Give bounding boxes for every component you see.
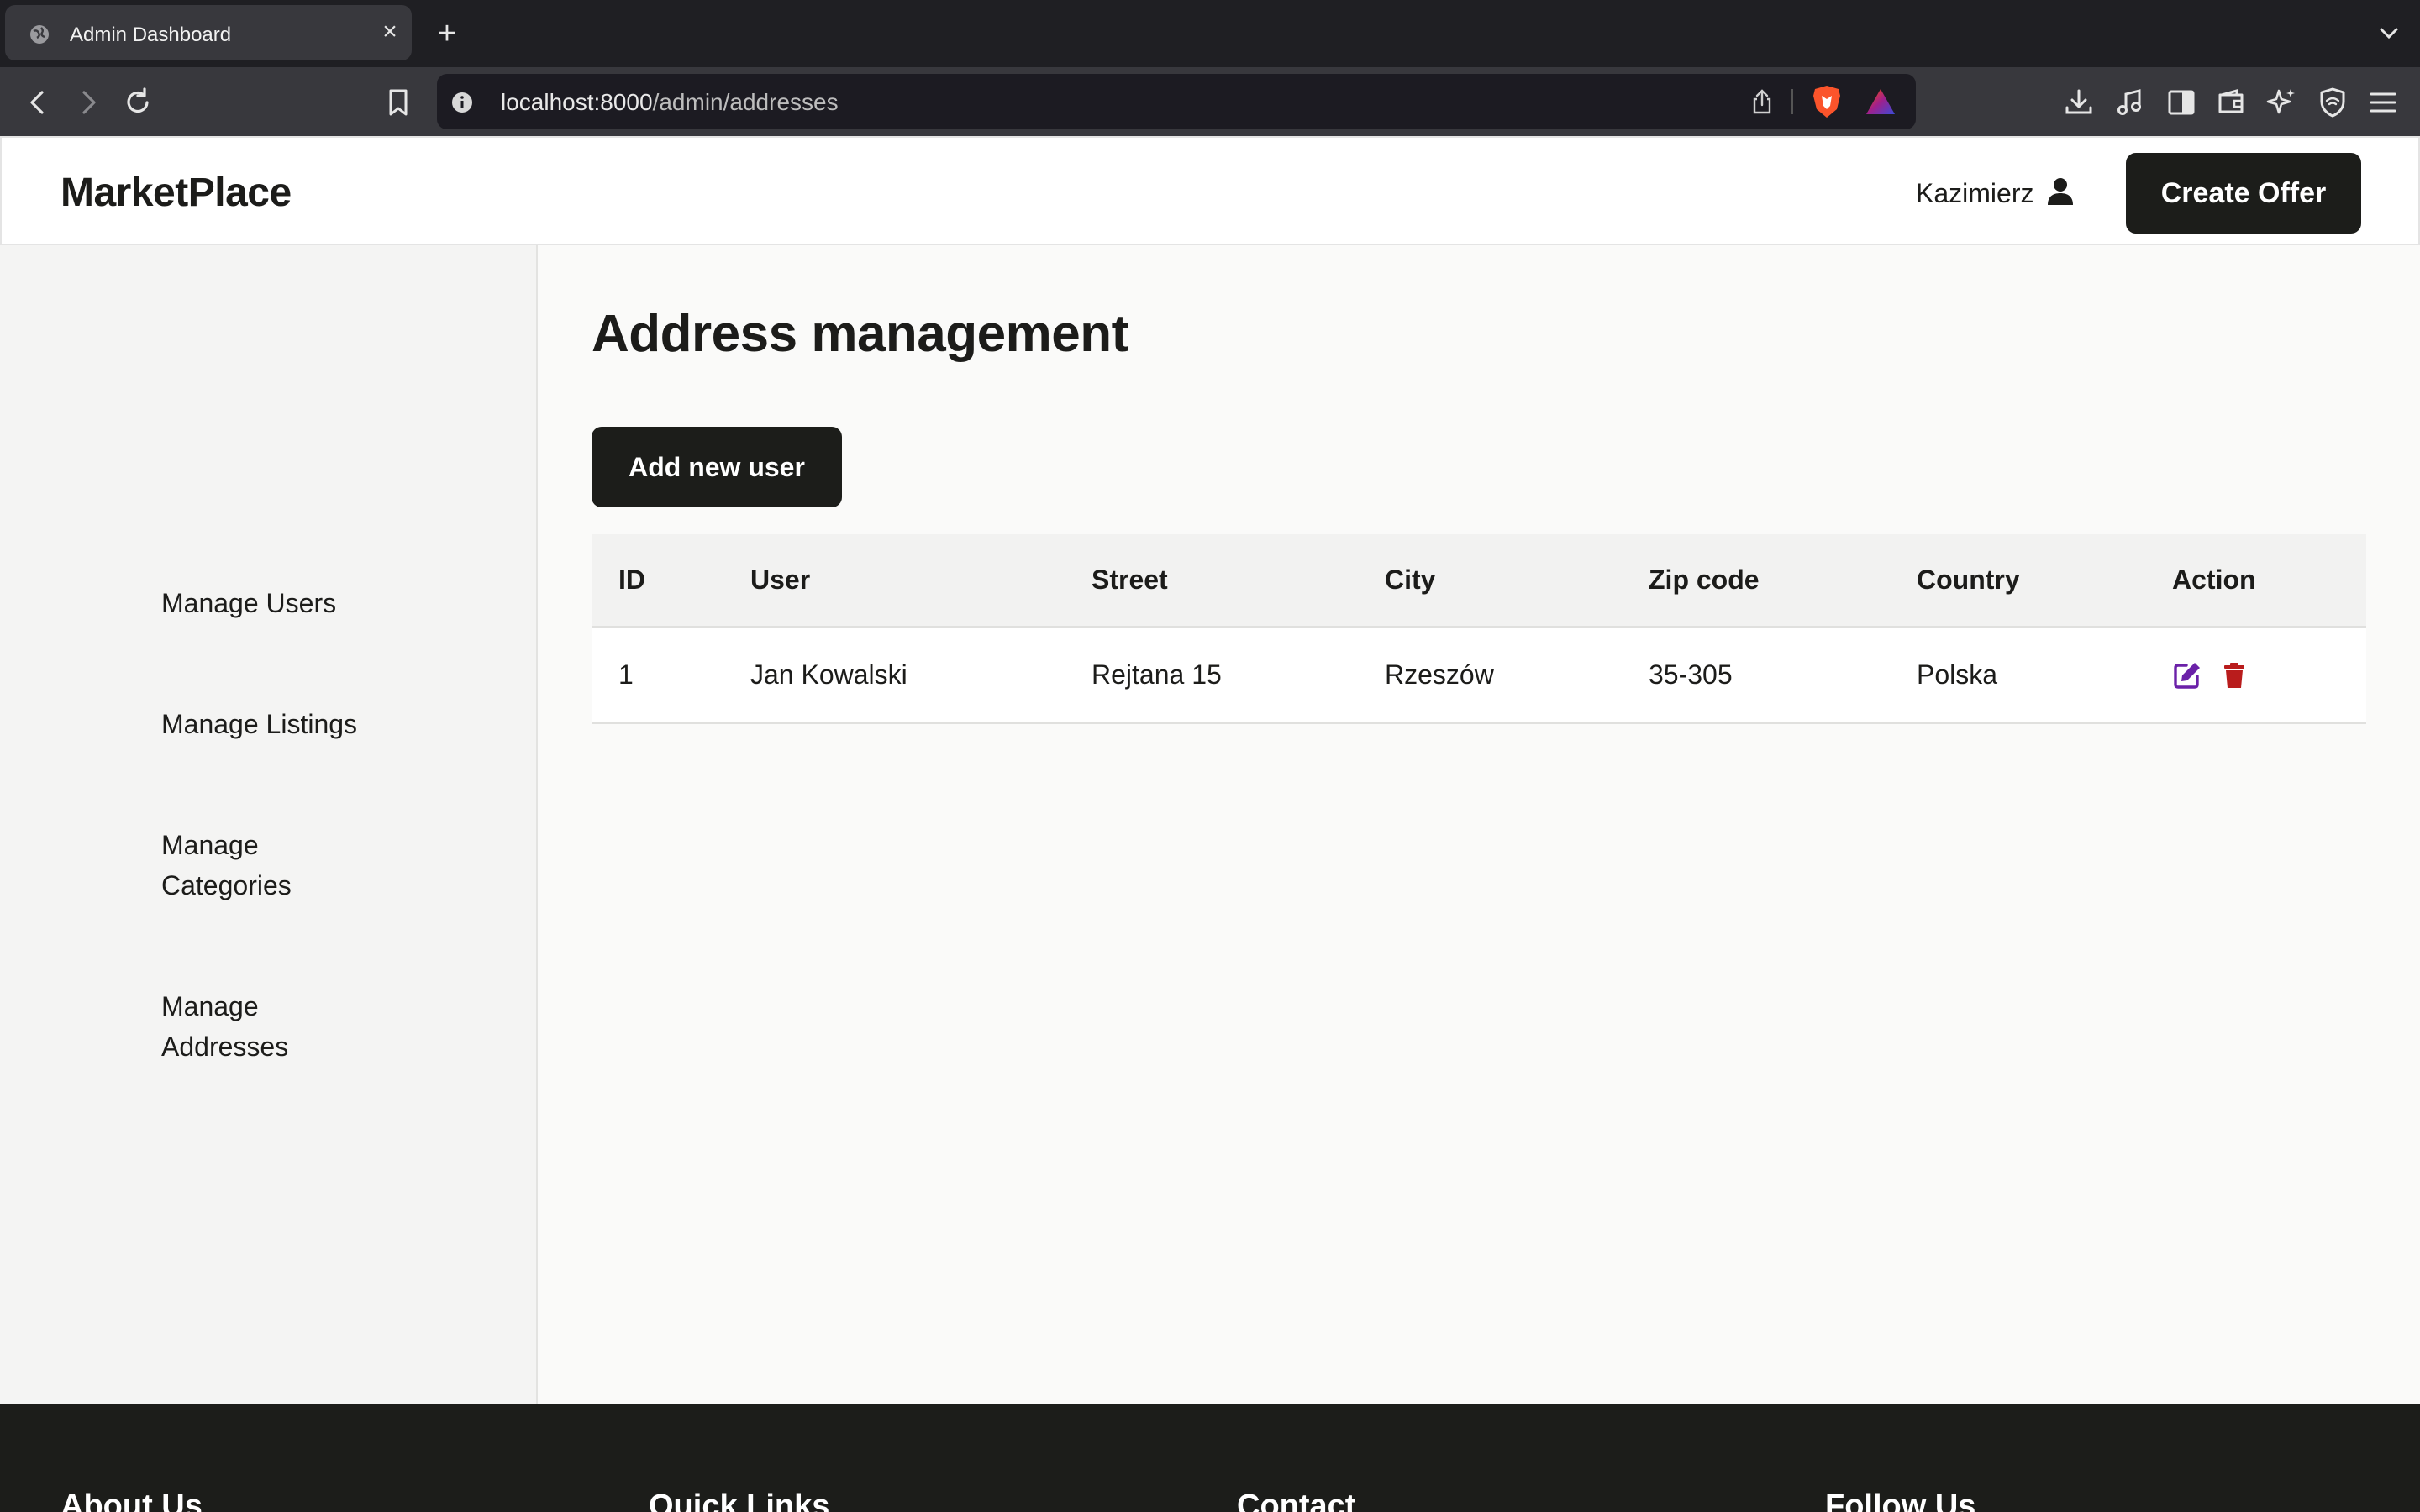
sidebar-item-users[interactable]: Manage Users xyxy=(161,583,430,623)
brave-shields-icon[interactable] xyxy=(1810,84,1844,119)
add-new-user-button[interactable]: Add new user xyxy=(592,427,842,507)
sidebar-item-categories[interactable]: Manage Categories xyxy=(161,825,321,906)
delete-icon[interactable] xyxy=(2219,660,2249,690)
main-content: Address management Add new user ID User … xyxy=(538,245,2420,1404)
footer-heading-quick-links: Quick Links xyxy=(649,1488,830,1512)
cell-user: Jan Kowalski xyxy=(750,659,908,690)
column-header-id: ID xyxy=(618,564,645,595)
address-bar[interactable]: localhost:8000/admin/addresses xyxy=(437,74,1916,129)
url-host: localhost:8000 xyxy=(501,89,653,115)
column-header-country: Country xyxy=(1917,564,2020,595)
url-text[interactable]: localhost:8000/admin/addresses xyxy=(501,89,839,116)
footer-heading-about: About Us xyxy=(60,1488,203,1512)
column-header-action: Action xyxy=(2172,564,2256,595)
brave-rewards-icon[interactable] xyxy=(1864,86,1897,118)
column-header-street: Street xyxy=(1092,564,1168,595)
reload-icon[interactable] xyxy=(119,84,156,121)
wallet-icon[interactable] xyxy=(2213,84,2250,121)
new-tab-icon[interactable]: + xyxy=(432,15,462,52)
menu-icon[interactable] xyxy=(2365,84,2402,121)
browser-tab-bar: Admin Dashboard × + xyxy=(0,0,2420,67)
tab-title: Admin Dashboard xyxy=(70,24,232,46)
cell-actions xyxy=(2172,628,2266,722)
cell-id: 1 xyxy=(618,659,634,690)
vpn-shield-icon[interactable] xyxy=(2314,84,2351,121)
sidebar: Manage Users Manage Listings Manage Cate… xyxy=(0,245,538,1404)
cell-street: Rejtana 15 xyxy=(1092,659,1222,690)
browser-tab[interactable]: Admin Dashboard × xyxy=(5,5,412,60)
edit-icon[interactable] xyxy=(2172,660,2202,690)
close-tab-icon[interactable]: × xyxy=(375,17,405,47)
user-name[interactable]: Kazimierz xyxy=(1916,178,2033,209)
footer: About Us Quick Links Contact Follow Us xyxy=(0,1404,2420,1512)
browser-toolbar: localhost:8000/admin/addresses xyxy=(0,67,2420,136)
sidebar-item-listings[interactable]: Manage Listings xyxy=(161,704,430,744)
table-header-row: ID User Street City Zip code Country Act… xyxy=(592,534,2366,628)
url-path: /admin/addresses xyxy=(652,89,839,115)
site-logo[interactable]: MarketPlace xyxy=(60,170,292,216)
table-row: 1 Jan Kowalski Rejtana 15 Rzeszów 35-305… xyxy=(592,628,2366,724)
footer-heading-follow: Follow Us xyxy=(1825,1488,1976,1512)
globe-icon xyxy=(30,25,49,44)
create-offer-button[interactable]: Create Offer xyxy=(2126,153,2361,234)
bookmark-icon[interactable] xyxy=(380,84,417,121)
footer-heading-contact: Contact xyxy=(1237,1488,1356,1512)
column-header-zip: Zip code xyxy=(1649,564,1760,595)
app-header: MarketPlace Kazimierz Create Offer xyxy=(0,136,2420,245)
back-icon[interactable] xyxy=(20,84,57,121)
share-icon[interactable] xyxy=(1748,87,1776,116)
cell-zip: 35-305 xyxy=(1649,659,1733,690)
sidebar-item-addresses[interactable]: Manage Addresses xyxy=(161,986,321,1067)
addresses-table: ID User Street City Zip code Country Act… xyxy=(592,534,2366,724)
column-header-city: City xyxy=(1385,564,1436,595)
forward-icon[interactable] xyxy=(69,84,106,121)
leo-ai-icon[interactable] xyxy=(2264,84,2301,121)
cell-country: Polska xyxy=(1917,659,1998,690)
page-title: Address management xyxy=(592,305,1128,363)
media-music-icon[interactable] xyxy=(2112,84,2149,121)
sidebar-toggle-icon[interactable] xyxy=(2163,84,2200,121)
cell-city: Rzeszów xyxy=(1385,659,1494,690)
divider xyxy=(1791,89,1793,114)
chevron-down-icon[interactable] xyxy=(2375,18,2403,47)
column-header-user: User xyxy=(750,564,811,595)
download-icon[interactable] xyxy=(2060,84,2097,121)
user-icon[interactable] xyxy=(2045,176,2075,207)
info-icon[interactable] xyxy=(450,91,474,114)
